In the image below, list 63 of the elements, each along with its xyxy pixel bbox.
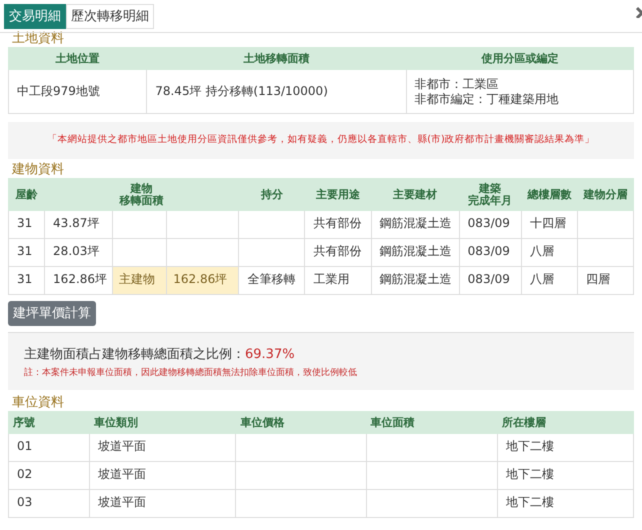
table-cell-text: 31	[17, 244, 34, 259]
table-cell-text: 八層	[530, 272, 555, 287]
table-cell: 162.86坪	[53, 272, 104, 287]
column-header: 屋齡	[14, 188, 39, 200]
column-header: 車位價格	[240, 416, 286, 428]
tab[interactable]: 交易明細	[4, 4, 66, 29]
column-header: 主要用途	[315, 188, 361, 200]
column-header: 建物	[129, 182, 154, 194]
column-header: 土地位置	[54, 52, 101, 64]
table-cell-text: 非都市編定：丁種建築用地	[414, 92, 560, 106]
column-header: 主要建材	[392, 188, 438, 200]
ratio-value: 69.37%	[245, 347, 295, 362]
table-cell-text: 03	[17, 495, 34, 510]
column-header: 建物分層	[582, 188, 628, 200]
table-cell-text: 02	[17, 467, 34, 482]
table-cell-text: 非都市：工業區	[414, 76, 500, 92]
table-cell-text: 地下二樓	[506, 467, 555, 482]
table-cell-text: 共有部份	[313, 216, 362, 231]
column-header: 使用分區或編定	[480, 52, 560, 64]
close-icon[interactable]	[636, 6, 642, 18]
column-header: 序號	[13, 416, 36, 428]
column-header: 所在樓層	[502, 416, 547, 428]
table-cell-text: 坡道平面	[98, 467, 148, 482]
disclaimer-text: 「本網站提供之都市地區土地使用分區資訊僅供參考，如有疑義，仍應以各直轄市、縣(市)政府都市計畫機關審認結果為準」	[47, 134, 595, 145]
column-header: 完成年月	[467, 194, 514, 206]
table-cell-text: 78.45坪 持分移轉(113/10000)	[155, 84, 329, 99]
table-cell-text: 十四層	[530, 216, 567, 231]
table-cell-text: 工業用	[313, 272, 350, 287]
column-header: 車位面積	[370, 416, 416, 428]
table-cell-text: 162.86坪	[173, 272, 228, 287]
ratio-label: 主建物面積占建物移轉總面積之比例：	[24, 347, 245, 362]
table-cell-text: 坡道平面	[98, 495, 148, 510]
section-title: 建物資料	[12, 161, 65, 178]
column-header: 持分	[260, 188, 284, 200]
column-header: 建築	[478, 182, 502, 194]
column-header: 車位類別	[94, 416, 140, 428]
ratio-note: 註：本案件未申報車位面積，因此建物移轉總面積無法扣除車位面積，致使比例較低	[24, 367, 358, 380]
table-cell-text: 地下二樓	[506, 495, 555, 510]
tab[interactable]: 歷次轉移明細	[66, 4, 154, 29]
table-cell-text: 083/09	[468, 216, 511, 231]
table-cell-text: 八層	[530, 244, 555, 259]
table-cell: 鋼筋混凝土造	[380, 244, 451, 259]
table-cell-text: 中工段979地號	[17, 84, 101, 99]
table-cell-text: 四層	[586, 272, 611, 287]
table-cell-text: 43.87坪	[53, 216, 100, 231]
table-cell-text: 083/09	[468, 272, 511, 287]
table-cell-text: 坡道平面	[98, 439, 148, 454]
table-cell-text: 083/09	[468, 244, 511, 259]
column-header: 總樓層數	[526, 188, 572, 200]
table-cell: 鋼筋混凝土造	[380, 272, 451, 287]
table-cell-text: 31	[17, 216, 34, 231]
calculate-button[interactable]: 建坪單價計算	[8, 301, 96, 326]
table-cell-text: 地下二樓	[506, 439, 555, 454]
table-cell-text: 共有部份	[313, 244, 362, 259]
table-cell-text: 01	[17, 439, 34, 454]
table-cell-text: 28.03坪	[53, 244, 100, 259]
table-cell: 鋼筋混凝土造	[380, 216, 451, 231]
section-title: 車位資料	[12, 394, 65, 411]
table-cell-text: 31	[17, 272, 34, 287]
table-cell-text: 主建物	[119, 272, 156, 287]
column-header: 移轉面積	[118, 194, 165, 206]
table-cell: 全筆移轉	[247, 272, 296, 287]
column-header: 土地移轉面積	[242, 52, 310, 64]
